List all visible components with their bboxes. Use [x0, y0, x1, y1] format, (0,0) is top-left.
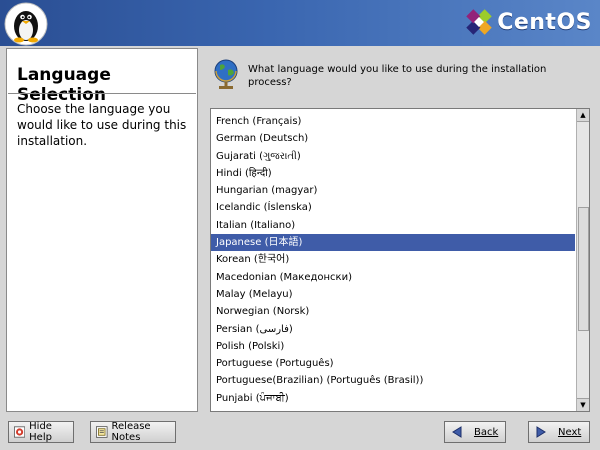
brand-name: CentOS [497, 9, 592, 35]
language-list-item[interactable]: German (Deutsch) [211, 130, 575, 147]
lifebuoy-icon [14, 426, 26, 438]
release-notes-label: Release Notes [111, 421, 151, 443]
language-list-item[interactable]: Portuguese(Brazilian) (Português (Brasil… [211, 372, 575, 389]
help-title: Language Selection [17, 65, 111, 105]
language-list-item[interactable]: Polish (Polski) [211, 338, 575, 355]
scroll-down-icon[interactable]: ▼ [577, 398, 589, 411]
globe-icon [214, 59, 238, 89]
centos-logo-icon [466, 9, 492, 35]
centos-brand: CentOS [465, 6, 592, 38]
language-list-item[interactable]: Norwegian (Norsk) [211, 303, 575, 320]
language-list-item[interactable]: Malay (Melayu) [211, 286, 575, 303]
tux-logo-icon [4, 2, 48, 46]
language-list[interactable]: French (Français) German (Deutsch) Gujarat… [210, 108, 590, 412]
back-button[interactable]: Back [444, 421, 506, 443]
help-divider [8, 93, 196, 94]
language-list-item[interactable]: Hungarian (magyar) [211, 182, 575, 199]
header-banner: CentOS [0, 0, 600, 46]
language-list-item[interactable]: Gujarati (ગુજરાતી) [211, 148, 575, 165]
language-list-items: French (Français) German (Deutsch) Gujarat… [211, 113, 575, 407]
help-description: Choose the language you would like to us… [17, 102, 187, 148]
language-list-item[interactable]: Icelandic (Íslenska) [211, 199, 575, 216]
back-label: Back [474, 426, 499, 438]
language-list-item[interactable]: Korean (한국어) [211, 251, 575, 268]
hide-help-button[interactable]: Hide Help [8, 421, 74, 443]
language-list-item[interactable]: Japanese (日本語) [211, 234, 575, 252]
scroll-up-icon[interactable]: ▲ [577, 109, 589, 122]
language-list-item[interactable]: French (Français) [211, 113, 575, 130]
language-list-scrollbar[interactable]: ▲ ▼ [576, 109, 589, 411]
language-list-item[interactable]: Persian (فارسی) [211, 321, 575, 338]
hide-help-label: Hide Help [29, 421, 52, 443]
language-list-item[interactable]: Hindi (हिन्दी) [211, 165, 575, 182]
language-list-item[interactable]: Portuguese (Português) [211, 355, 575, 372]
notes-icon [96, 426, 108, 438]
language-list-item[interactable]: Punjabi (ਪੰਜਾਬੀ) [211, 390, 575, 407]
language-list-item[interactable]: Macedonian (Македонски) [211, 269, 575, 286]
language-list-item[interactable]: Italian (Italiano) [211, 217, 575, 234]
release-notes-button[interactable]: Release Notes [90, 421, 176, 443]
language-question: What language would you like to use duri… [248, 64, 547, 88]
arrow-right-icon [536, 426, 546, 438]
help-panel: Language Selection Choose the language y… [6, 48, 198, 412]
next-button[interactable]: Next [528, 421, 590, 443]
arrow-left-icon [452, 426, 462, 438]
next-label: Next [558, 426, 582, 438]
scrollbar-thumb[interactable] [578, 207, 589, 331]
